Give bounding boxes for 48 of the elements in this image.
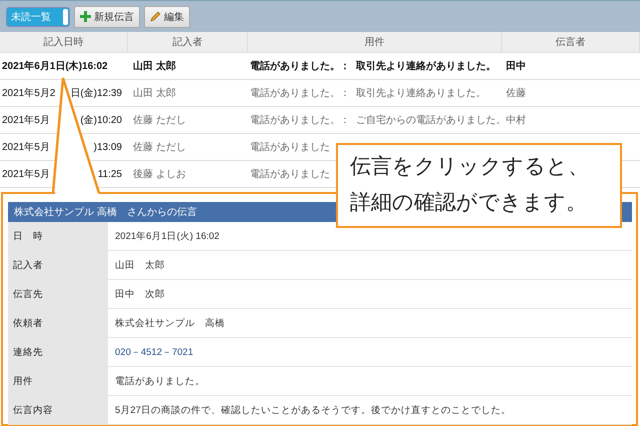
field-label: 連絡先 [8, 338, 108, 366]
subject-detail-cell-text: 取引先より連絡ありました。 [356, 86, 486, 100]
date-cell-text: 2021年6月1日(木)16:02 [2, 60, 108, 73]
author-cell: 山田 太郎 [133, 59, 176, 73]
date-cell: )13:09 [94, 142, 122, 152]
sender-cell-text: 佐藤 [506, 86, 526, 100]
date-cell-text: 2021年5月 [2, 141, 50, 154]
author-cell-text: 佐藤 ただし [133, 114, 186, 127]
new-message-button[interactable]: 新規伝言 [74, 6, 140, 28]
author-cell-text: 後藤 よしお [133, 168, 186, 181]
field-value: 株式会社サンプル 高橋 [115, 316, 225, 330]
edit-button[interactable]: 編集 [144, 6, 190, 28]
subject-detail-cell-text: 取引先より連絡がありました。 [356, 60, 496, 73]
phone-number: 020－4512－7021 [115, 346, 194, 358]
subject-cell-text: 電話がありました [250, 168, 330, 181]
pencil-icon [150, 11, 161, 22]
column-header: 記入者 [128, 32, 248, 52]
field-label: 記入者 [8, 251, 108, 279]
field-value: 山田 太郎 [115, 258, 165, 272]
field-label: 伝言先 [8, 280, 108, 308]
column-header: 記入日時 [0, 32, 128, 52]
subject-cell-text: 電話がありました。： [250, 114, 350, 127]
plus-icon [80, 11, 91, 22]
sender-cell-text: 田中 [506, 60, 526, 73]
column-header: 伝言者 [502, 32, 640, 52]
date-cell-text: 2021年5月2 [2, 87, 56, 100]
field-label: 依頼者 [8, 309, 108, 337]
field-value: 田中 次郎 [115, 288, 165, 300]
date-cell-text: 2021年5月 [2, 168, 50, 181]
field-value: 5月27日の商談の件で、確認したいことがあるそうです。後でかけ直すとのことでした。 [115, 404, 511, 416]
field-value: 2021年6月1日(火) 16:02 [115, 230, 220, 242]
date-cell-text: (金)10:20 [80, 114, 122, 127]
callout-text: 伝言をクリックすると、 [350, 154, 590, 180]
author-cell-text: 山田 太郎 [133, 86, 176, 100]
date-cell-text: 日(金)12:39 [70, 87, 122, 100]
sender-cell-text: 中村 [506, 114, 526, 127]
field-label: 用件 [8, 367, 108, 395]
field-label: 伝言内容 [8, 396, 108, 424]
subject-cell-text: 電話がありました。： [250, 60, 350, 73]
field-value: 電話がありました。 [115, 374, 205, 388]
subject-cell-text: 電話がありました [250, 140, 330, 154]
subject-detail-cell-text: ご自宅からの電話がありました。 [356, 114, 506, 127]
date-cell: 11:25 [98, 168, 122, 180]
column-header: 用件 [248, 32, 502, 52]
field-label: 日 時 [8, 222, 108, 250]
date-cell-text: 2021年5月 [2, 114, 50, 127]
author-cell-text: 佐藤 ただし [133, 140, 186, 154]
subject-cell-text: 電話がありました。： [250, 86, 350, 100]
